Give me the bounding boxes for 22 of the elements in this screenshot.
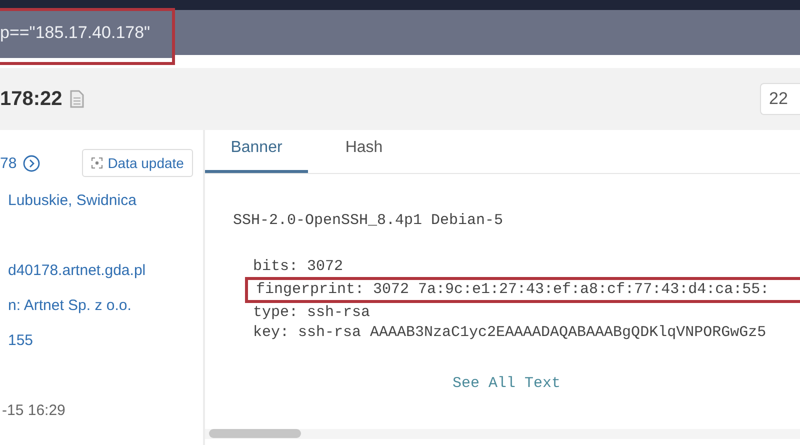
info-link[interactable]: 155: [0, 332, 34, 349]
ip-link[interactable]: 78: [0, 154, 17, 172]
info-text: -15 16:29: [1, 402, 66, 419]
data-update-button[interactable]: Data update: [82, 149, 193, 177]
scrollbar-thumb[interactable]: [209, 429, 301, 438]
banner-line: bits: 3072: [253, 257, 344, 277]
port-button[interactable]: 22: [760, 83, 800, 115]
info-link[interactable]: d40178.artnet.gda.pl: [0, 262, 146, 279]
info-link[interactable]: n: Artnet Sp. z o.o.: [0, 297, 132, 314]
banner-line: type: ssh-rsa: [253, 303, 372, 323]
banner-line: fingerprint: 3072 7a:9c:e1:27:43:ef:a8:cf:77:43:d4:ca:55:: [245, 277, 800, 303]
banner-title: SSH-2.0-OpenSSH_8.4p1 Debian-5: [233, 212, 504, 229]
tab[interactable]: Banner: [205, 130, 308, 173]
arrow-circle-icon[interactable]: [22, 154, 40, 172]
see-all-link[interactable]: See All Text: [452, 375, 561, 392]
info-link[interactable]: Lubuskie, Swidnica: [0, 192, 136, 209]
focus-icon: [90, 157, 103, 169]
copy-icon[interactable]: [70, 90, 84, 108]
search-field[interactable]: p=="185.17.40.178": [0, 8, 175, 65]
banner-line: key: ssh-rsa AAAAB3NzaC1yc2EAAAADAQABAAABgQDKlqVNPORGwGz5: [253, 323, 768, 343]
host-title: 178:22: [0, 88, 62, 110]
tab[interactable]: Hash: [308, 130, 420, 173]
